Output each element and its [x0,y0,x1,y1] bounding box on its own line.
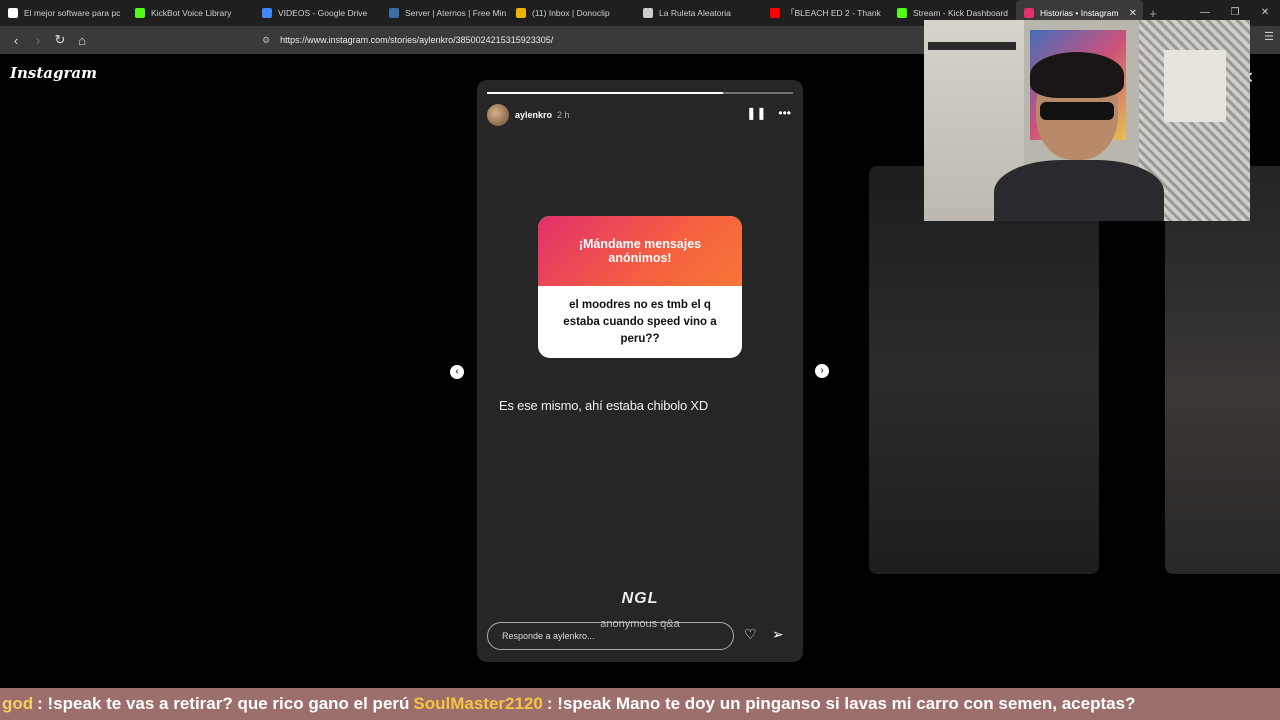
toolbar-right: ☰ [1264,30,1274,43]
forward-icon[interactable]: › [28,33,48,48]
reload-icon[interactable]: ↻ [50,32,70,48]
browser-tab[interactable]: El mejor software para pc [0,0,127,26]
tab-title: Server | Aternos | Free Min [405,8,507,18]
site-info-icon[interactable]: ⚙ [262,35,270,46]
tab-favicon-icon [770,8,780,18]
question-card: ¡Mándame mensajes anónimos! el moodres n… [538,216,742,358]
stream-chat-bar: god : !speak te vas a retirar? que rico … [0,688,1280,720]
url-text: https://www.instagram.com/stories/aylenk… [280,35,554,45]
tab-title: Stream - Kick Dashboard [913,8,1008,18]
story-username[interactable]: aylenkro [515,110,552,120]
tab-title: VIDEOS - Google Drive [278,8,368,18]
more-options-icon[interactable]: ••• [778,106,791,120]
tab-favicon-icon [135,8,145,18]
webcam-overlay [924,20,1250,221]
tab-title: KickBot Voice Library [151,8,232,18]
cam-person-body [994,160,1164,221]
story-progress-bar [487,92,793,94]
next-story-preview[interactable] [869,166,1099,574]
next-story-icon[interactable]: › [815,364,829,378]
share-icon[interactable]: ➢ [772,626,784,643]
chat-message-1: : !speak te vas a retirar? que rico gano… [37,694,410,713]
tab-title: Historias • Instagram [1040,8,1119,18]
instagram-logo[interactable]: Instagram [10,64,97,82]
tab-close-icon[interactable]: ✕ [1129,8,1137,19]
tab-favicon-icon [516,8,526,18]
browser-tab[interactable]: 「BLEACH ED 2 - Thank [762,0,889,26]
home-icon[interactable]: ⌂ [72,33,92,48]
story-time: 2 h [557,110,570,120]
browser-tab[interactable]: (11) Inbox | Donoclip [508,0,635,26]
chat-message-2: : !speak Mano te doy un pinganso si lava… [546,694,1136,713]
tab-favicon-icon [262,8,272,18]
story-header: aylenkro 2 h [487,104,570,126]
like-icon[interactable]: ♡ [744,626,757,643]
tab-favicon-icon [897,8,907,18]
browser-tab[interactable]: VIDEOS - Google Drive [254,0,381,26]
tab-favicon-icon [389,8,399,18]
tab-title: 「BLEACH ED 2 - Thank [786,8,881,18]
previous-story-icon[interactable]: ‹ [450,365,464,379]
chat-username-2: SoulMaster2120 [413,694,543,713]
close-window-icon[interactable]: ✕ [1250,0,1280,26]
chat-username-1: god [2,694,34,713]
tab-title: El mejor software para pc [24,8,121,18]
browser-tab[interactable]: Server | Aternos | Free Min [381,0,508,26]
question-text: el moodres no es tmb el q estaba cuando … [563,298,717,345]
cam-person-hair [1030,52,1124,98]
menu-icon[interactable]: ☰ [1264,30,1274,43]
new-tab-button[interactable]: + [1143,6,1163,21]
tab-favicon-icon [1024,8,1034,18]
story-controls: ❚❚ ••• [746,106,791,120]
tab-title: (11) Inbox | Donoclip [532,8,610,18]
next-story-preview-2[interactable] [1165,166,1280,574]
cam-sunglasses [1040,102,1114,120]
tab-title: La Ruleta Aleatoria [659,8,731,18]
cam-shelf [928,42,1016,50]
avatar[interactable] [487,104,509,126]
cam-picture-frame [1164,50,1226,122]
pause-icon[interactable]: ❚❚ [746,106,766,120]
story-progress-fill [487,92,723,94]
browser-tab[interactable]: La Ruleta Aleatoria [635,0,762,26]
ngl-brand: NGL [621,590,659,607]
answer-text: Es ese mismo, ahí estaba chibolo XD [499,398,709,413]
tab-favicon-icon [643,8,653,18]
address-bar[interactable]: ⚙ https://www.instagram.com/stories/ayle… [258,30,908,50]
question-title: ¡Mándame mensajes anónimos! [538,216,742,286]
browser-tab[interactable]: KickBot Voice Library [127,0,254,26]
tab-favicon-icon [8,8,18,18]
story-viewer: aylenkro 2 h ❚❚ ••• ¡Mándame mensajes an… [477,80,803,662]
back-icon[interactable]: ‹ [6,33,26,48]
